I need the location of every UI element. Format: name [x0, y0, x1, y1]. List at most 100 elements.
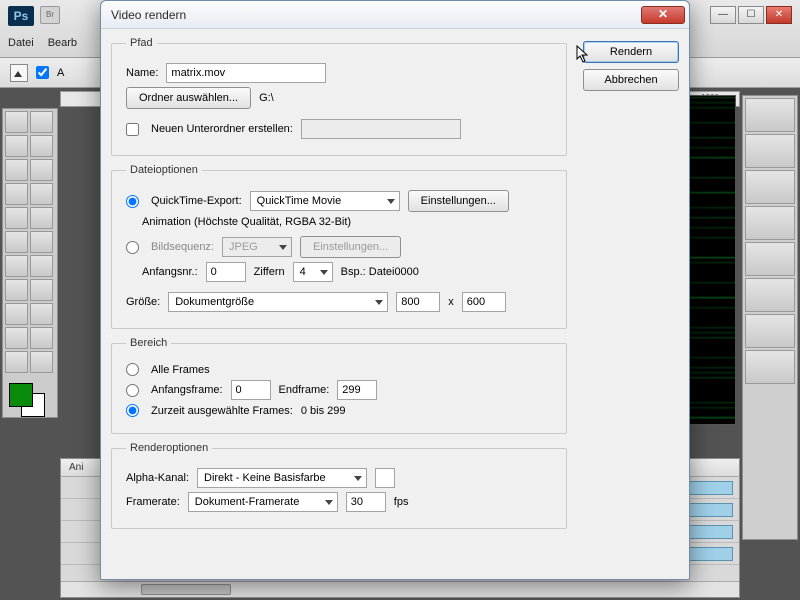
range-group: Bereich Alle Frames Anfangsframe: Endfra… [111, 337, 567, 434]
crop-tool-icon[interactable] [5, 159, 28, 181]
maximize-button[interactable]: ☐ [738, 6, 764, 24]
cancel-button[interactable]: Abbrechen [583, 69, 679, 91]
menu-bar[interactable]: Datei Bearb [8, 37, 77, 49]
path-legend: Pfad [126, 37, 157, 49]
renderoptions-group: Renderoptionen Alpha-Kanal: Direkt - Kei… [111, 442, 567, 529]
selected-frames-radio[interactable] [126, 404, 139, 417]
render-video-dialog: Video rendern ✕ Pfad Name: Ordner auswäh… [100, 0, 690, 580]
alpha-select[interactable]: Direkt - Keine Basisfarbe [197, 468, 367, 488]
stamp-tool-icon[interactable] [5, 207, 28, 229]
selected-frames-label: Zurzeit ausgewählte Frames: [151, 405, 293, 417]
move-tool-icon[interactable] [10, 64, 28, 82]
panel-tab-8[interactable] [745, 350, 795, 384]
all-frames-radio[interactable] [126, 363, 139, 376]
menu-file[interactable]: Datei [8, 37, 34, 49]
panel-tab-4[interactable] [745, 206, 795, 240]
app-logo: Ps [8, 6, 34, 26]
move-tool-icon[interactable] [5, 111, 28, 133]
name-label: Name: [126, 67, 158, 79]
name-input[interactable] [166, 63, 326, 83]
dodge-tool-icon[interactable] [30, 255, 53, 277]
quicktime-radio[interactable] [126, 195, 139, 208]
dialog-titlebar[interactable]: Video rendern ✕ [101, 1, 689, 29]
width-input[interactable] [396, 292, 440, 312]
digits-label: Ziffern [254, 266, 285, 278]
drive-label: G:\ [259, 92, 274, 104]
shape-tool-icon[interactable] [30, 303, 53, 325]
bridge-icon: Br [40, 6, 60, 24]
alpha-color-swatch[interactable] [375, 468, 395, 488]
eraser-tool-icon[interactable] [5, 231, 28, 253]
alpha-label: Alpha-Kanal: [126, 472, 189, 484]
filename-example: Bsp.: Datei0000 [341, 266, 419, 278]
fps-mode-select[interactable]: Dokument-Framerate [188, 492, 338, 512]
marquee-tool-icon[interactable] [30, 111, 53, 133]
panel-tab-2[interactable] [745, 134, 795, 168]
blur-tool-icon[interactable] [5, 255, 28, 277]
timeline-scrollbar[interactable] [61, 581, 739, 597]
history-brush-icon[interactable] [30, 207, 53, 229]
heal-tool-icon[interactable] [5, 183, 28, 205]
startframe-radio[interactable] [126, 384, 139, 397]
panel-tab-5[interactable] [745, 242, 795, 276]
renderoptions-legend: Renderoptionen [126, 442, 212, 454]
endframe-label: Endframe: [279, 384, 330, 396]
quicktime-format-select[interactable]: QuickTime Movie [250, 191, 400, 211]
3d-tool-icon[interactable] [5, 327, 28, 349]
pen-tool-icon[interactable] [5, 279, 28, 301]
extra-tool-icon[interactable] [30, 351, 53, 373]
fps-label: Framerate: [126, 496, 180, 508]
startframe-label: Anfangsframe: [151, 384, 223, 396]
fps-unit: fps [394, 496, 409, 508]
brush-tool-icon[interactable] [30, 183, 53, 205]
scrollbar-thumb[interactable] [141, 584, 231, 595]
wand-tool-icon[interactable] [30, 135, 53, 157]
dialog-close-button[interactable]: ✕ [641, 6, 685, 24]
auto-select-checkbox[interactable] [36, 66, 49, 79]
new-subfolder-label: Neuen Unterordner erstellen: [151, 123, 293, 135]
size-select[interactable]: Dokumentgröße [168, 292, 388, 312]
gradient-tool-icon[interactable] [30, 231, 53, 253]
startnr-input[interactable] [206, 262, 246, 282]
height-input[interactable] [462, 292, 506, 312]
path-group: Pfad Name: Ordner auswählen... G:\ Neuen… [111, 37, 567, 156]
new-subfolder-checkbox[interactable] [126, 123, 139, 136]
lasso-tool-icon[interactable] [5, 135, 28, 157]
subfolder-input [301, 119, 461, 139]
panel-tab-3[interactable] [745, 170, 795, 204]
fps-input[interactable] [346, 492, 386, 512]
selected-frames-value: 0 bis 299 [301, 405, 346, 417]
quicktime-settings-button[interactable]: Einstellungen... [408, 190, 509, 212]
panel-tab-1[interactable] [745, 98, 795, 132]
app-close-button[interactable]: ✕ [766, 6, 792, 24]
toolbox [2, 108, 58, 418]
size-label: Größe: [126, 296, 160, 308]
fileoptions-legend: Dateioptionen [126, 164, 202, 176]
endframe-input[interactable] [337, 380, 377, 400]
digits-select[interactable]: 4 [293, 262, 333, 282]
panel-tab-7[interactable] [745, 314, 795, 348]
eyedropper-tool-icon[interactable] [30, 159, 53, 181]
startframe-input[interactable] [231, 380, 271, 400]
right-panels [742, 95, 798, 540]
quicktime-info: Animation (Höchste Qualität, RGBA 32-Bit… [142, 216, 351, 228]
minimize-button[interactable]: — [710, 6, 736, 24]
sequence-radio[interactable] [126, 241, 139, 254]
choose-folder-button[interactable]: Ordner auswählen... [126, 87, 251, 109]
color-swatches[interactable] [5, 379, 55, 415]
zoom-tool-icon[interactable] [5, 351, 28, 373]
menu-edit[interactable]: Bearb [48, 37, 77, 49]
size-x: x [448, 296, 454, 308]
render-button[interactable]: Rendern [583, 41, 679, 63]
type-tool-icon[interactable] [30, 279, 53, 301]
hand-tool-icon[interactable] [30, 327, 53, 349]
path-tool-icon[interactable] [5, 303, 28, 325]
quicktime-label: QuickTime-Export: [151, 195, 242, 207]
panel-tab-6[interactable] [745, 278, 795, 312]
dialog-title: Video rendern [111, 8, 641, 22]
foreground-color-swatch[interactable] [9, 383, 33, 407]
fileoptions-group: Dateioptionen QuickTime-Export: QuickTim… [111, 164, 567, 329]
auto-select-label: A [57, 67, 64, 79]
startnr-label: Anfangsnr.: [142, 266, 198, 278]
sequence-label: Bildsequenz: [151, 241, 214, 253]
